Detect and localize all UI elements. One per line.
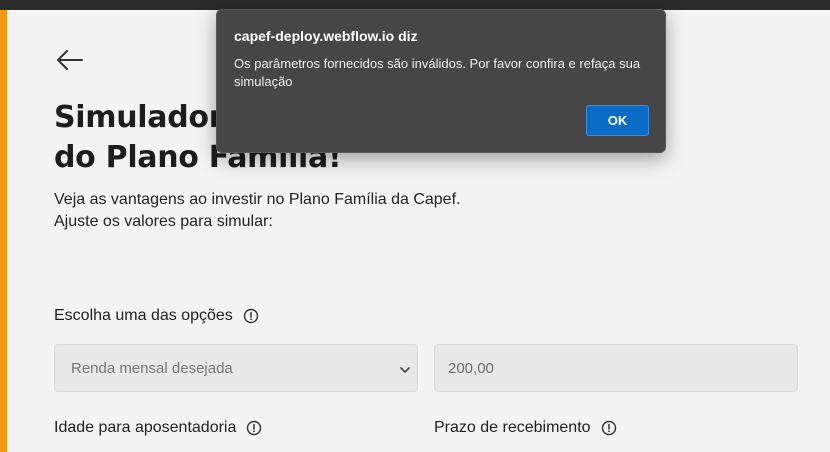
- option-label: Escolha uma das opções: [54, 306, 259, 326]
- dialog-title: capef-deploy.webflow.io diz: [234, 28, 418, 44]
- chevron-down-icon: [399, 363, 411, 375]
- value-input-text: 200,00: [448, 359, 494, 377]
- intro-line2: Ajuste os valores para simular:: [54, 213, 273, 230]
- dialog-message-line2: simulação: [234, 74, 293, 89]
- option-label-text: Escolha uma das opções: [54, 307, 233, 324]
- info-icon[interactable]: [601, 420, 617, 436]
- term-label: Prazo de recebimento: [434, 418, 617, 438]
- term-label-text: Prazo de recebimento: [434, 419, 591, 436]
- dialog-message-line1: Os parâmetros fornecidos são inválidos. …: [234, 56, 641, 71]
- option-select-value: Renda mensal desejada: [71, 359, 233, 377]
- intro-line1: Veja as vantagens ao investir no Plano F…: [54, 191, 461, 208]
- intro-text: Veja as vantagens ao investir no Plano F…: [54, 189, 574, 233]
- alert-dialog: capef-deploy.webflow.io diz Os parâmetro…: [216, 9, 666, 153]
- ok-button[interactable]: OK: [586, 105, 649, 136]
- accent-bar: [0, 10, 7, 452]
- value-input[interactable]: 200,00: [434, 344, 798, 392]
- info-icon[interactable]: [246, 420, 262, 436]
- info-icon[interactable]: [243, 308, 259, 324]
- dialog-message: Os parâmetros fornecidos são inválidos. …: [234, 55, 654, 91]
- age-label: Idade para aposentadoria: [54, 418, 262, 438]
- age-label-text: Idade para aposentadoria: [54, 419, 237, 436]
- option-select[interactable]: Renda mensal desejada: [54, 344, 418, 392]
- back-arrow-icon[interactable]: [54, 47, 86, 73]
